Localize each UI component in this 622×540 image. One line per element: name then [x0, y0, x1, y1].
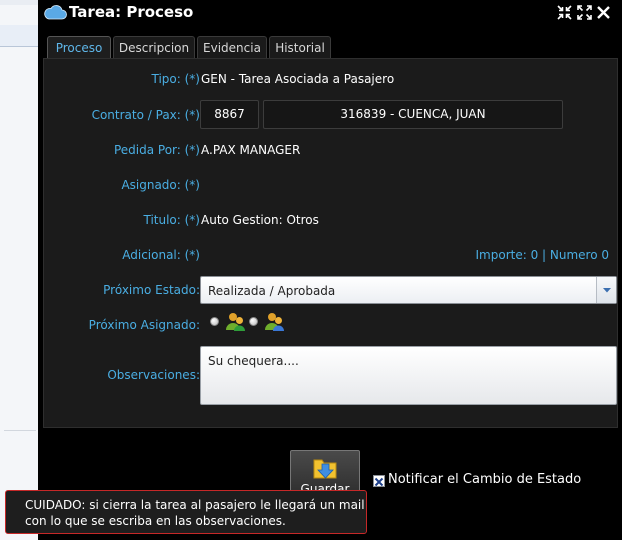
titulo-value: Auto Gestion: Otros [201, 213, 319, 227]
pax-field[interactable]: 316839 - CUENCA, JUAN [263, 100, 563, 129]
tab-historial[interactable]: Historial [269, 36, 331, 59]
tipo-value: GEN - Tarea Asociada a Pasajero [201, 72, 395, 86]
observaciones-textarea[interactable]: Su chequera.... [200, 346, 617, 405]
expand-icon[interactable] [577, 5, 592, 20]
pedida-por-value: A.PAX MANAGER [201, 143, 301, 157]
user-group-icon[interactable] [225, 310, 247, 332]
observaciones-text: Su chequera.... [208, 354, 299, 368]
check-icon [374, 477, 384, 487]
folder-save-icon [313, 459, 337, 479]
contrato-field[interactable]: 8867 [200, 100, 259, 129]
notify-label[interactable]: Notificar el Cambio de Estado [388, 472, 581, 487]
chevron-down-icon [603, 288, 611, 293]
tab-evidencia[interactable]: Evidencia [197, 36, 267, 59]
tab-descripcion[interactable]: Descripcion [113, 36, 195, 59]
toast-line-2: con lo que se escriba en las observacion… [25, 514, 286, 528]
tipo-label: Tipo: (*) [151, 72, 200, 86]
user-group-icon[interactable] [264, 310, 286, 332]
asignado-label: Asignado: (*) [121, 178, 200, 192]
proximo-asignado-label: Próximo Asignado: [88, 318, 200, 332]
background-strip [0, 0, 40, 5]
observaciones-label: Observaciones: [107, 368, 200, 382]
warning-toast: CUIDADO: si cierra la tarea al pasajero … [5, 490, 367, 534]
window-title: Tarea: Proceso [69, 3, 194, 21]
cloud-icon [44, 5, 67, 20]
tab-proceso[interactable]: Proceso [47, 36, 111, 59]
toast-line-1: CUIDADO: si cierra la tarea al pasajero … [25, 498, 365, 512]
background-divider [4, 430, 36, 431]
background-toolbar [0, 25, 40, 47]
task-dialog: Tarea: Proceso Proceso Descripcion Evide… [38, 0, 622, 540]
contrato-label: Contrato / Pax: (*) [91, 108, 200, 122]
dropdown-arrow[interactable] [596, 277, 616, 303]
title-bar[interactable]: Tarea: Proceso [38, 0, 622, 30]
background-window [0, 0, 40, 540]
adicional-label: Adicional: (*) [122, 248, 200, 262]
proximo-estado-value: Realizada / Aprobada [208, 284, 336, 298]
close-icon[interactable] [596, 5, 611, 20]
proximo-estado-select[interactable]: Realizada / Aprobada [200, 276, 617, 304]
assign-radio-2[interactable] [249, 317, 258, 326]
importe-numero-text: Importe: 0 | Numero 0 [475, 248, 610, 262]
titulo-label: Titulo: (*) [143, 213, 200, 227]
proximo-estado-label: Próximo Estado: [103, 283, 200, 297]
proceso-panel: Tipo: (*) GEN - Tarea Asociada a Pasajer… [43, 58, 618, 428]
pedida-por-label: Pedida Por: (*) [113, 143, 200, 157]
assign-radio-1[interactable] [210, 317, 219, 326]
notify-checkbox[interactable] [373, 475, 385, 487]
shrink-icon[interactable] [557, 5, 572, 20]
